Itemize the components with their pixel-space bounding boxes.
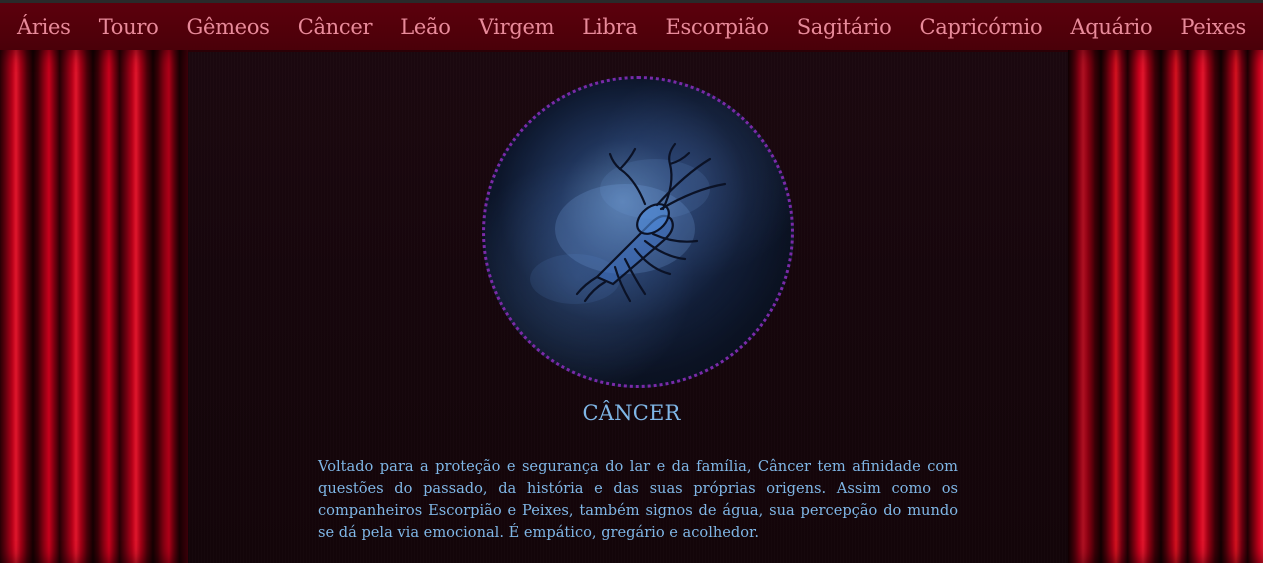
nav-item-capricornio[interactable]: Capricórnio [919,15,1042,39]
nav-item-aquario[interactable]: Aquário [1070,15,1152,39]
sign-title: CÂNCER [582,401,681,425]
nav-item-peixes[interactable]: Peixes [1180,15,1246,39]
nav-item-sagitario[interactable]: Sagitário [797,15,892,39]
zodiac-nav-bar: Áries Touro Gêmeos Câncer Leão Virgem Li… [0,3,1263,50]
nav-item-libra[interactable]: Libra [582,15,637,39]
right-curtain [1068,50,1263,563]
nav-item-gemeos[interactable]: Gêmeos [186,15,269,39]
nav-item-leao[interactable]: Leão [400,15,451,39]
crab-constellation-icon [530,142,727,304]
nav-item-escorpiao[interactable]: Escorpião [665,15,768,39]
nav-item-virgem[interactable]: Virgem [479,15,555,39]
sign-description: Voltado para a proteção e segurança do l… [318,458,958,541]
nav-item-cancer[interactable]: Câncer [298,15,373,39]
nav-item-aries[interactable]: Áries [17,15,71,39]
left-curtain [0,50,188,563]
zodiac-page: Áries Touro Gêmeos Câncer Leão Virgem Li… [0,0,1263,563]
sign-image [482,76,794,388]
nav-item-touro[interactable]: Touro [99,15,159,39]
